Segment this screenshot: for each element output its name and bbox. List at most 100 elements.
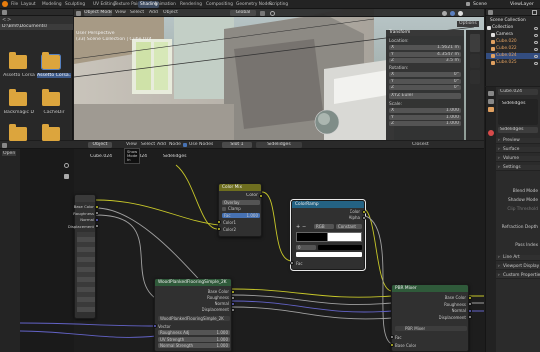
color-mode-select[interactable]: RGB [314, 224, 334, 229]
workspace-tab[interactable]: Animation [152, 1, 178, 8]
factor-field[interactable]: Fac 1.000 [222, 213, 260, 218]
shading-solid-icon[interactable] [442, 10, 447, 16]
panel-viewport-display[interactable]: › Viewport Display [496, 264, 540, 270]
remove-stop-icon[interactable]: − [302, 224, 306, 230]
visibility-eye-icon[interactable] [534, 54, 538, 58]
output-socket[interactable] [468, 302, 472, 306]
object-name-field[interactable]: Cube.024 [498, 89, 538, 95]
output-socket[interactable] [468, 308, 472, 313]
stop-position-field[interactable]: 0 [296, 245, 316, 250]
scene-selector[interactable]: Scene [473, 1, 487, 8]
blender-logo-icon[interactable] [2, 1, 8, 7]
folder-icon[interactable] [42, 89, 60, 106]
back-arrow-icon[interactable]: < [2, 17, 6, 23]
ramp-color-field[interactable] [296, 252, 362, 257]
output-socket[interactable] [362, 209, 366, 214]
tool-tab[interactable] [470, 54, 480, 68]
color-ramp-title[interactable]: ColorRamp [292, 201, 364, 208]
view-layer-selector[interactable]: ViewLayer [510, 1, 534, 8]
output-socket[interactable] [231, 307, 235, 312]
visibility-eye-icon[interactable] [534, 33, 538, 37]
output-socket[interactable] [95, 217, 99, 222]
folder-icon[interactable] [9, 52, 27, 69]
editor-type-icon[interactable] [76, 10, 81, 16]
output-socket[interactable] [95, 204, 99, 209]
workspace-tab[interactable]: Modeling [40, 1, 64, 8]
material-selector[interactable]: Sidelidges [498, 127, 538, 133]
workspace-tab[interactable]: Compositing [204, 1, 235, 8]
forward-arrow-icon[interactable]: > [7, 17, 11, 23]
outliner-item[interactable]: Cube.025 [486, 60, 540, 66]
panel-preview[interactable]: › Preview [496, 138, 540, 144]
outliner-item[interactable]: Cube.020 [486, 39, 540, 45]
menu-add[interactable]: Add [149, 10, 158, 16]
menu-view[interactable]: View [115, 10, 126, 16]
shading-rendered-icon[interactable] [458, 10, 463, 16]
input-socket[interactable] [390, 343, 394, 347]
color-ramp-node[interactable]: ColorRamp Color Alpha + − RGB Constant 0… [290, 199, 366, 271]
proportional-edit-icon[interactable] [270, 10, 275, 16]
scale-z-field[interactable]: Z 1.000 [389, 121, 461, 126]
input-socket[interactable] [217, 227, 221, 231]
clamp-checkbox[interactable] [222, 207, 226, 211]
folder-icon[interactable] [41, 52, 61, 70]
transform-panel-title[interactable]: Transform [386, 30, 464, 36]
panel-line-art[interactable]: › Line Art [496, 255, 540, 261]
panel-volume[interactable]: › Volume [496, 156, 540, 162]
workspace-tab[interactable]: Sculpting [63, 1, 87, 8]
interpolation-select[interactable]: Constant [336, 224, 362, 229]
input-socket[interactable] [217, 220, 221, 224]
wood-param-field[interactable]: Normal Strength 1.000 [158, 343, 230, 348]
output-socket[interactable] [95, 211, 99, 215]
object-tab-icon[interactable] [488, 107, 494, 112]
panel-settings[interactable]: › Settings [496, 165, 540, 171]
scale-x-field[interactable]: X 1.000 [389, 108, 461, 113]
blend-mode-select[interactable]: Overlay [222, 200, 260, 205]
scene-collection-label[interactable]: Scene Collection [486, 18, 540, 24]
output-socket[interactable] [259, 193, 263, 198]
color-mix-title[interactable]: Color Mix [219, 184, 261, 191]
outliner-icon[interactable] [488, 10, 493, 15]
node-group-selector[interactable]: PBR Mixer [395, 326, 467, 331]
file-browser-icon[interactable] [2, 10, 7, 15]
visibility-eye-icon[interactable] [534, 26, 538, 30]
material-tab-icon[interactable] [488, 130, 494, 136]
snap-icon[interactable] [260, 10, 265, 16]
texture-node[interactable]: Base Color Roughness Normal Displacement [68, 194, 99, 319]
outliner-item[interactable]: Camera [486, 32, 540, 38]
outliner-item[interactable]: Cube.024 [486, 53, 540, 59]
output-socket[interactable] [231, 295, 235, 300]
stop-color-swatch[interactable] [318, 245, 362, 250]
menu-select[interactable]: Select [130, 10, 144, 16]
node-header[interactable] [75, 195, 95, 202]
item-tab[interactable] [470, 34, 480, 52]
rotation-z-field[interactable]: Z 0° [389, 85, 461, 90]
mode-selector[interactable]: Object Mode [84, 10, 112, 16]
folder-icon[interactable] [9, 124, 27, 141]
rotation-mode-select[interactable]: XYZ Euler [389, 93, 461, 99]
output-tab-icon[interactable] [488, 99, 494, 104]
output-socket[interactable] [468, 295, 472, 300]
outliner-item[interactable]: Cube.022 [486, 46, 540, 52]
input-socket[interactable] [153, 324, 157, 328]
wood-param-field[interactable]: UV Strength 1.000 [158, 336, 230, 342]
output-socket[interactable] [95, 224, 99, 228]
material-slot-item[interactable]: Sidelidges [502, 101, 526, 107]
location-y-field[interactable]: Y 4.3547 m [389, 51, 461, 57]
path-input[interactable]: D:\Bmt\Documents\ [0, 24, 73, 30]
input-socket[interactable] [390, 335, 394, 339]
menu-object[interactable]: Object [163, 10, 178, 16]
output-socket[interactable] [231, 301, 235, 306]
visibility-eye-icon[interactable] [534, 40, 538, 44]
color-mix-node[interactable]: Color Mix Color Overlay Clamp Fac 1.000 … [217, 183, 263, 237]
render-tab-icon[interactable] [488, 91, 494, 96]
output-socket[interactable] [231, 289, 235, 294]
color-ramp-gradient[interactable] [296, 232, 362, 242]
location-z-field[interactable]: Z 3.5 m [389, 58, 461, 63]
rotation-x-field[interactable]: X 0° [389, 72, 461, 77]
node-group-selector[interactable]: WoodPlankedFlooringSimple_2K [158, 316, 230, 321]
location-x-field[interactable]: X 1.5621 m [389, 45, 461, 50]
add-stop-icon[interactable]: + [296, 224, 300, 230]
folder-icon[interactable] [9, 89, 27, 106]
rotation-y-field[interactable]: Y 0° [389, 78, 461, 84]
